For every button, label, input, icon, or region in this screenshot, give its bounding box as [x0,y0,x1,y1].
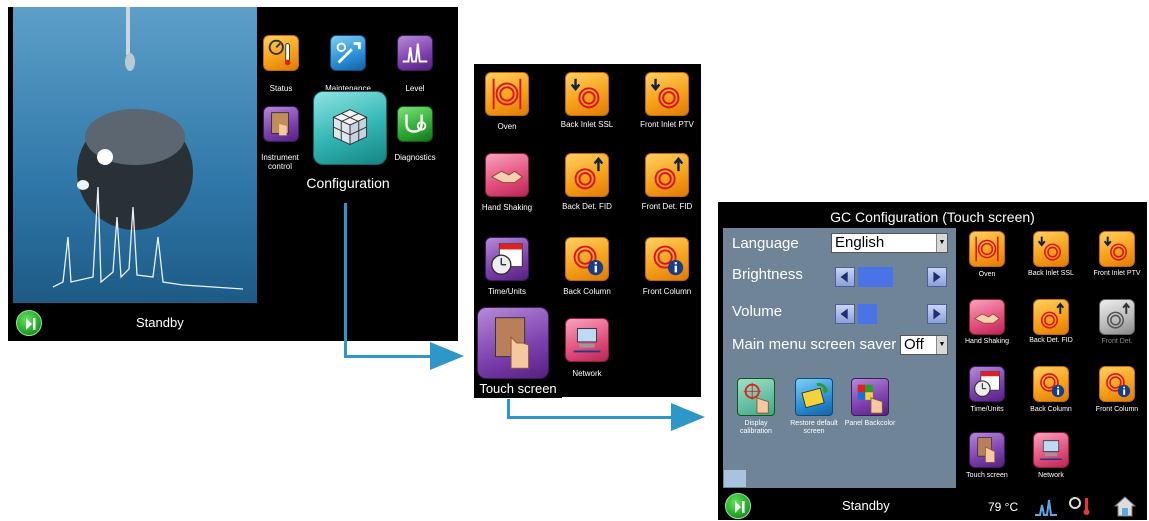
back-column-icon[interactable] [565,237,609,281]
chevron-down-icon[interactable]: ▼ [936,336,947,354]
back-detector-label: Back Det. FID [1029,337,1073,344]
back-column-label: Back Column [563,287,611,296]
start-button[interactable] [16,310,42,336]
start-button[interactable] [725,493,751,519]
back-inlet-label: Back Inlet SSL [1028,270,1074,277]
brightness-level-bar [858,267,894,287]
oven-icon[interactable] [969,231,1005,267]
touch-screen-icon[interactable] [477,307,549,379]
splash-image [13,7,257,303]
front-inlet-label: Front Inlet PTV [640,120,694,129]
volume-level-bar [858,304,878,324]
language-select[interactable]: English ▼ [831,233,948,253]
network-label: Network [572,369,602,378]
back-inlet-icon[interactable] [565,72,609,116]
volume-decrease-button[interactable] [835,304,855,324]
back-column-label: Back Column [1030,406,1072,413]
front-detector-label: Front Det. [1101,338,1133,345]
restore-default-screen-label: Restore default screen [790,420,838,435]
diagnostics-label: Diagnostics [394,153,436,162]
status-text: Standby [136,315,184,330]
brightness-label: Brightness [732,266,803,283]
time-units-icon[interactable] [485,237,529,281]
touch-screen-label: Touch screen [966,472,1008,479]
status-label: Status [269,84,293,93]
front-detector-label: Front Det. FID [641,202,693,211]
brightness-decrease-button[interactable] [835,267,855,287]
time-units-label: Time/Units [970,406,1004,413]
front-inlet-icon[interactable] [645,72,689,116]
level-icon[interactable] [1034,497,1058,517]
status-icon[interactable] [263,35,299,71]
network-label: Network [1038,472,1064,479]
temperature-readout: 79 °C [988,500,1019,514]
screen-saver-label: Main menu screen saver [732,336,897,353]
restore-default-screen-icon[interactable] [795,378,833,416]
display-calibration-label: Display calibration [740,420,772,435]
front-column-label: Front Column [642,287,692,296]
maintenance-icon[interactable] [330,35,366,71]
flow-arrow-1-horizontal [344,355,432,358]
home-icon[interactable] [1113,495,1137,517]
volume-label: Volume [732,303,783,320]
maintenance-label: Maintenance [325,84,371,90]
level-label: Level [405,84,425,93]
back-inlet-label: Back Inlet SSL [560,120,614,129]
diagnostics-icon[interactable] [1067,495,1097,517]
front-inlet-icon[interactable] [1099,231,1135,267]
front-detector-icon[interactable] [645,153,689,197]
window-title: GC Configuration (Touch screen) [830,209,1035,225]
touch-screen-icon[interactable] [969,432,1005,468]
panel-backcolor-label: Panel Backcolor [844,420,896,427]
back-detector-label: Back Det. FID [562,202,612,211]
instrument-control-label: Instrument control [261,153,299,171]
flow-arrow-2-head [671,403,705,431]
status-text: Standby [842,498,890,513]
language-value: English [835,234,885,251]
network-icon[interactable] [565,318,609,362]
brightness-track[interactable] [858,267,922,287]
front-inlet-label: Front Inlet PTV [1093,270,1141,277]
volume-track[interactable] [858,304,922,324]
flow-arrow-1-head [430,342,464,370]
configuration-label: Configuration [306,175,390,191]
screen-saver-value: Off [904,336,924,353]
flow-arrow-2-horizontal [507,416,673,419]
front-column-icon[interactable] [645,237,689,281]
panel-backcolor-icon[interactable] [851,378,889,416]
flow-arrow-1-vertical [344,203,347,358]
front-detector-icon[interactable] [1099,299,1135,335]
screen-saver-select[interactable]: Off ▼ [900,335,948,355]
hand-shaking-icon[interactable] [969,299,1005,335]
main-menu-screen: Status Maintenance Level Instrument cont… [8,7,458,341]
color-swatch [724,470,746,487]
back-inlet-icon[interactable] [1033,231,1069,267]
time-units-label: Time/Units [488,287,526,296]
display-calibration-icon[interactable] [737,378,775,416]
oven-label: Oven [978,271,996,278]
oven-icon[interactable] [485,72,529,116]
configuration-icon[interactable] [313,91,387,165]
instrument-control-icon[interactable] [263,106,299,142]
network-icon[interactable] [1033,432,1069,468]
level-icon[interactable] [397,35,433,71]
back-detector-icon[interactable] [1033,299,1069,335]
hand-shaking-label: Hand Shaking [965,338,1009,345]
front-column-label: Front Column [1095,406,1139,413]
volume-increase-button[interactable] [927,304,947,324]
diagnostics-icon[interactable] [397,106,433,142]
back-column-icon[interactable] [1033,366,1069,402]
hand-shaking-icon[interactable] [485,153,529,197]
front-column-icon[interactable] [1099,366,1135,402]
time-units-icon[interactable] [969,366,1005,402]
oven-label: Oven [497,122,517,131]
brightness-increase-button[interactable] [927,267,947,287]
back-detector-icon[interactable] [565,153,609,197]
touch-screen-label: Touch screen [474,381,562,398]
chevron-down-icon[interactable]: ▼ [936,234,947,252]
hand-shaking-label: Hand Shaking [481,203,533,212]
language-label: Language [732,235,799,252]
